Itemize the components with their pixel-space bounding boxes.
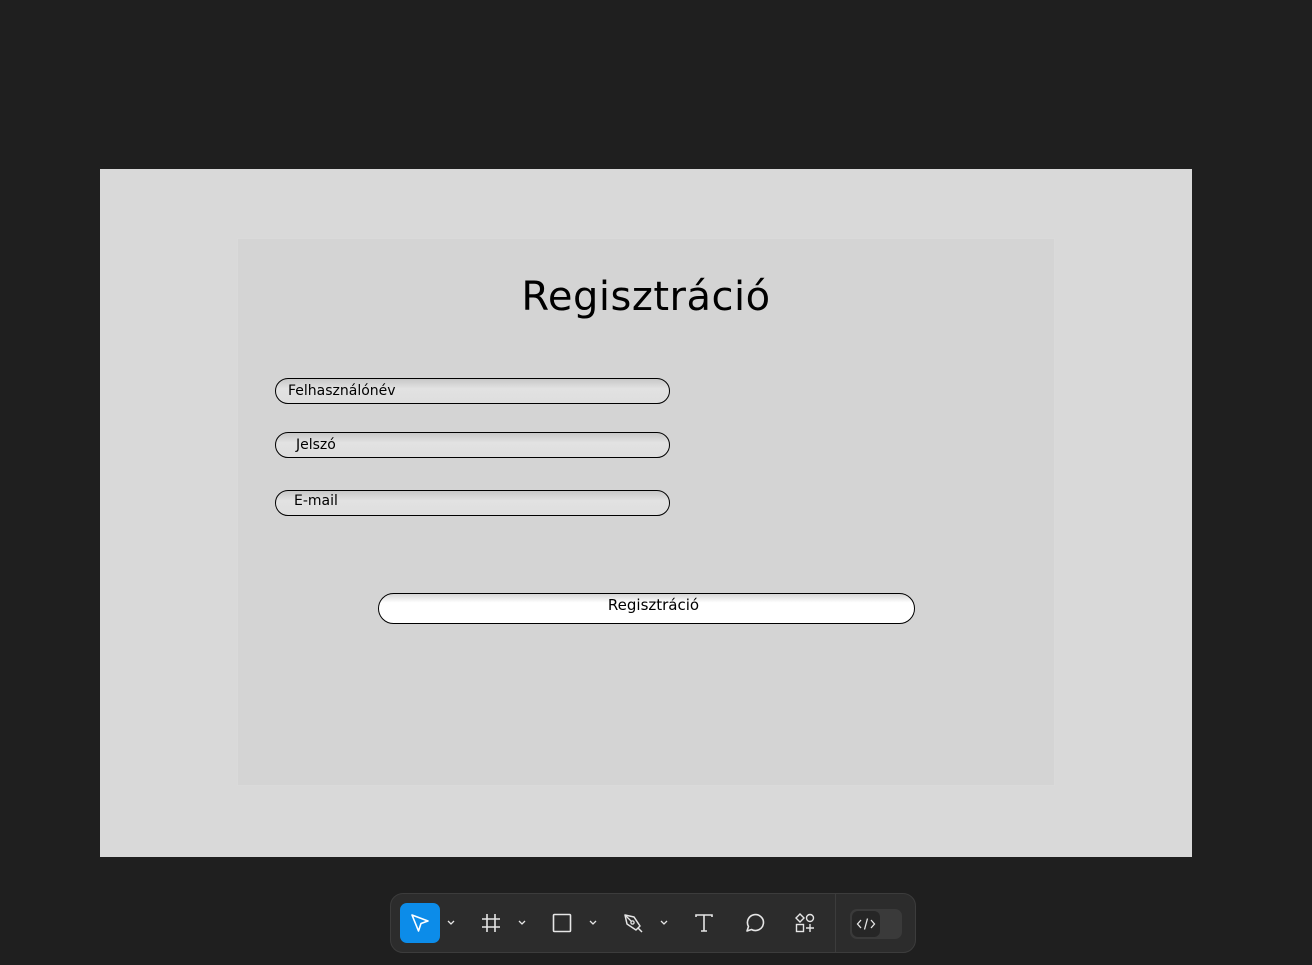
password-field[interactable]: Jelszó (275, 432, 670, 458)
bottom-toolbar (390, 893, 916, 953)
pen-icon (624, 914, 643, 933)
frame-tool-button[interactable] (471, 903, 511, 943)
username-field[interactable]: Felhasználónév (275, 378, 670, 404)
canvas-frame[interactable]: Regisztráció Felhasználónév Jelszó E-mai… (100, 169, 1192, 857)
pen-tool-dropdown[interactable] (657, 916, 671, 930)
page-title: Regisztráció (521, 274, 771, 320)
shape-tool-button[interactable] (542, 903, 582, 943)
chevron-down-icon (660, 920, 668, 925)
chevron-down-icon (518, 920, 526, 925)
move-tool-dropdown[interactable] (444, 916, 458, 930)
text-icon (695, 914, 713, 932)
rectangle-icon (552, 913, 572, 933)
shape-tool-dropdown[interactable] (586, 916, 600, 930)
dev-mode-knob (852, 911, 880, 937)
pen-tool-button[interactable] (613, 903, 653, 943)
comment-icon (746, 913, 765, 932)
frame-hash-icon (482, 914, 500, 932)
frame-tool-dropdown[interactable] (515, 916, 529, 930)
register-button[interactable]: Regisztráció (378, 593, 915, 624)
registration-form: Regisztráció Felhasználónév Jelszó E-mai… (238, 239, 1054, 785)
code-icon (856, 918, 876, 930)
email-field[interactable]: E-mail (275, 490, 670, 516)
comment-tool-button[interactable] (735, 903, 775, 943)
text-tool-button[interactable] (684, 903, 724, 943)
move-cursor-icon (411, 914, 429, 932)
actions-tool-button[interactable] (785, 903, 825, 943)
chevron-down-icon (589, 920, 597, 925)
move-tool-button[interactable] (400, 903, 440, 943)
chevron-down-icon (447, 920, 455, 925)
actions-icon (795, 913, 815, 933)
dev-mode-toggle[interactable] (850, 909, 902, 939)
toolbar-divider (835, 894, 836, 952)
